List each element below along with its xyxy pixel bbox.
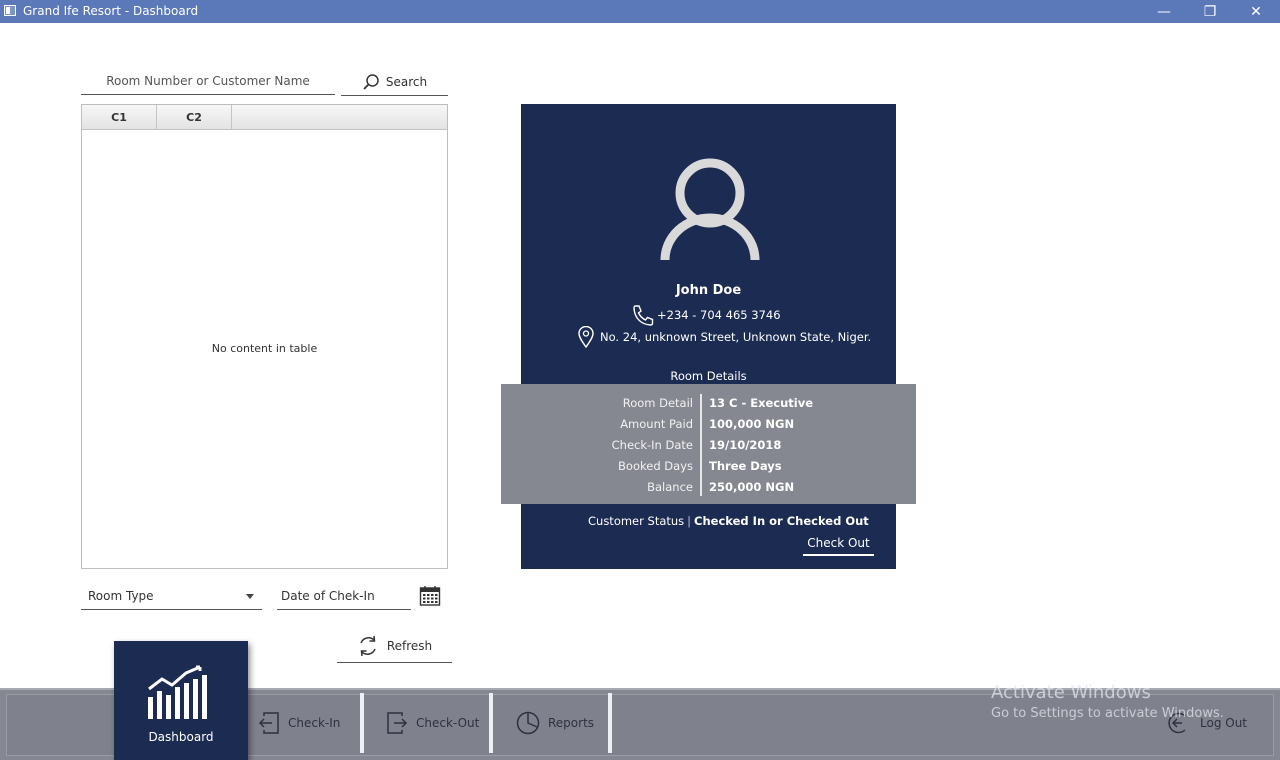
details-divider bbox=[700, 394, 702, 496]
minimize-button[interactable]: — bbox=[1141, 0, 1187, 23]
refresh-button[interactable]: Refresh bbox=[337, 630, 452, 663]
detail-label-amount: Amount Paid bbox=[620, 417, 693, 431]
nav-logout[interactable]: Log Out bbox=[1168, 693, 1247, 753]
customer-address: No. 24, unknown Street, Unknown State, N… bbox=[600, 330, 872, 344]
nav-separator bbox=[608, 693, 612, 753]
restore-button[interactable]: ❐ bbox=[1187, 0, 1233, 23]
detail-value-booked-days: Three Days bbox=[709, 459, 782, 473]
date-placeholder: Date of Chek-In bbox=[281, 589, 375, 603]
nav-dashboard[interactable]: Dashboard bbox=[114, 641, 248, 760]
detail-label-checkin-date: Check-In Date bbox=[611, 438, 693, 452]
app-icon bbox=[4, 5, 16, 16]
room-type-dropdown[interactable]: Room Type bbox=[81, 583, 262, 610]
nav-dashboard-label: Dashboard bbox=[148, 730, 214, 744]
detail-label-room: Room Detail bbox=[622, 396, 693, 410]
nav-reports-label: Reports bbox=[548, 716, 595, 730]
phone-row: +234 - 704 465 3746 bbox=[631, 304, 781, 326]
detail-label-booked-days: Booked Days bbox=[618, 459, 693, 473]
reports-icon bbox=[516, 711, 540, 735]
detail-value-balance: 250,000 NGN bbox=[709, 480, 795, 494]
table-empty-message: No content in table bbox=[211, 342, 318, 355]
nav-check-in-label: Check-In bbox=[288, 716, 341, 730]
room-details-panel: Room Detail 13 C - Executive Amount Paid… bbox=[501, 384, 916, 504]
status-label: Customer Status bbox=[588, 514, 685, 528]
close-button[interactable]: ✕ bbox=[1233, 0, 1279, 23]
check-out-icon bbox=[387, 712, 408, 734]
check-in-icon bbox=[258, 712, 279, 734]
nav-check-in[interactable]: Check-In bbox=[258, 693, 340, 753]
status-value: Checked In or Checked Out bbox=[694, 514, 869, 528]
calendar-icon[interactable] bbox=[419, 585, 441, 607]
chevron-down-icon bbox=[246, 594, 254, 599]
nav-reports[interactable]: Reports bbox=[516, 693, 594, 753]
room-details-heading: Room Details bbox=[670, 369, 747, 383]
title-bar: Grand Ife Resort - Dashboard — ❐ ✕ bbox=[0, 0, 1280, 23]
detail-value-room: 13 C - Executive bbox=[709, 396, 814, 410]
search-button[interactable]: Search bbox=[341, 68, 448, 96]
address-row: No. 24, unknown Street, Unknown State, N… bbox=[578, 326, 871, 348]
detail-label-balance: Balance bbox=[647, 480, 693, 494]
status-divider: | bbox=[687, 514, 692, 528]
refresh-label: Refresh bbox=[386, 639, 433, 653]
nav-separator bbox=[360, 693, 364, 753]
customer-status-row: Customer Status | Checked In or Checked Ou… bbox=[588, 514, 869, 528]
location-pin-icon bbox=[578, 326, 594, 348]
check-out-button[interactable]: Check Out bbox=[803, 532, 874, 556]
detail-value-checkin-date: 19/10/2018 bbox=[709, 438, 782, 452]
customer-name: John Doe bbox=[675, 283, 742, 298]
phone-icon bbox=[633, 305, 654, 326]
search-icon bbox=[363, 73, 379, 90]
check-in-date-field[interactable]: Date of Chek-In bbox=[277, 583, 411, 610]
room-type-label: Room Type bbox=[88, 589, 154, 603]
activation-watermark-title: Activate Windows bbox=[991, 682, 1151, 703]
refresh-icon bbox=[360, 635, 376, 657]
user-avatar-icon bbox=[660, 158, 760, 261]
results-table[interactable]: C1 C2 No content in table bbox=[81, 104, 448, 569]
search-input[interactable] bbox=[81, 68, 335, 95]
nav-check-out-label: Check-Out bbox=[416, 716, 480, 730]
customer-phone: +234 - 704 465 3746 bbox=[657, 308, 781, 322]
activation-watermark-subtitle: Go to Settings to activate Windows. bbox=[991, 706, 1224, 721]
nav-check-out[interactable]: Check-Out bbox=[386, 693, 479, 753]
window-title: Grand Ife Resort - Dashboard bbox=[23, 4, 199, 18]
search-button-label: Search bbox=[385, 74, 428, 89]
table-header: C1 C2 bbox=[82, 105, 447, 130]
nav-separator bbox=[489, 693, 493, 753]
detail-value-amount: 100,000 NGN bbox=[709, 417, 795, 431]
column-header-c2[interactable]: C2 bbox=[157, 105, 232, 129]
chart-icon bbox=[148, 665, 207, 719]
column-header-c1[interactable]: C1 bbox=[82, 105, 157, 129]
